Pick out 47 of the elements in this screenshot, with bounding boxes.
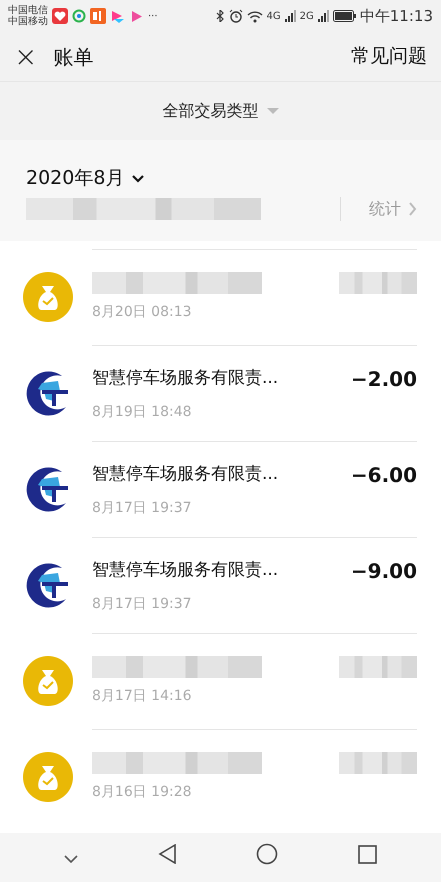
hide-keyboard-icon (64, 854, 78, 862)
transaction-row[interactable]: 智慧停车场服务有限责... −6.00 8月17日 19:37 (0, 441, 441, 537)
transaction-time: 8月17日 14:16 (92, 687, 193, 706)
money-bag-icon (22, 271, 74, 323)
more-notifications-icon: ··· (148, 8, 158, 24)
signal-icon (318, 10, 329, 22)
network-label: 2G (300, 10, 314, 24)
carrier-label: 中国移动 (8, 16, 48, 28)
month-selector[interactable]: 2020年8月 (26, 164, 144, 192)
merchant-name: 智慧停车场服务有限责... (92, 367, 278, 390)
money-bag-icon (22, 751, 74, 803)
battery-icon (332, 10, 356, 22)
chevron-down-icon (132, 174, 144, 183)
clock-time: 中午11:13 (360, 6, 433, 27)
carrier-label: 中国电信 (8, 4, 48, 16)
transaction-row[interactable]: 智慧停车场服务有限责... −9.00 8月17日 19:37 (0, 537, 441, 633)
home-icon (256, 843, 278, 865)
amount: −9.00 (350, 558, 417, 585)
heart-app-icon[interactable] (52, 8, 68, 24)
amount: −6.00 (350, 462, 417, 489)
play-app-icon[interactable] (110, 8, 125, 24)
ring-app-icon[interactable] (72, 9, 86, 23)
triangle-app-icon[interactable] (129, 8, 144, 24)
chevron-right-icon (409, 202, 417, 216)
money-bag-icon (22, 655, 74, 707)
transaction-row[interactable]: 智慧停车场服务有限责... −2.00 8月19日 18:48 (0, 345, 441, 441)
signal-icon (284, 10, 296, 22)
bluetooth-icon (214, 10, 225, 22)
wifi-icon (246, 10, 263, 22)
merchant-name: 智慧停车场服务有限责... (92, 559, 278, 582)
amount: −2.00 (350, 366, 417, 393)
transaction-time: 8月17日 19:37 (92, 595, 193, 614)
caret-icon (266, 108, 278, 114)
page-title: 账单 (53, 44, 94, 70)
back-icon (158, 844, 177, 864)
transaction-time: 8月16日 19:28 (92, 783, 193, 802)
transaction-time: 8月19日 18:48 (92, 403, 193, 422)
transaction-time: 8月17日 19:37 (92, 499, 193, 518)
transaction-time: 8月20日 08:13 (92, 303, 193, 322)
recent-apps-icon (358, 844, 378, 864)
close-button[interactable]: × (14, 42, 38, 70)
network-label: 4G (266, 10, 281, 24)
listen-app-icon[interactable] (90, 8, 106, 24)
merchant-name: 智慧停车场服务有限责... (92, 463, 278, 486)
faq-link[interactable]: 常见问题 (351, 42, 427, 71)
alarm-icon (228, 9, 243, 23)
transaction-type-filter[interactable]: 全部交易类型 (158, 95, 282, 127)
